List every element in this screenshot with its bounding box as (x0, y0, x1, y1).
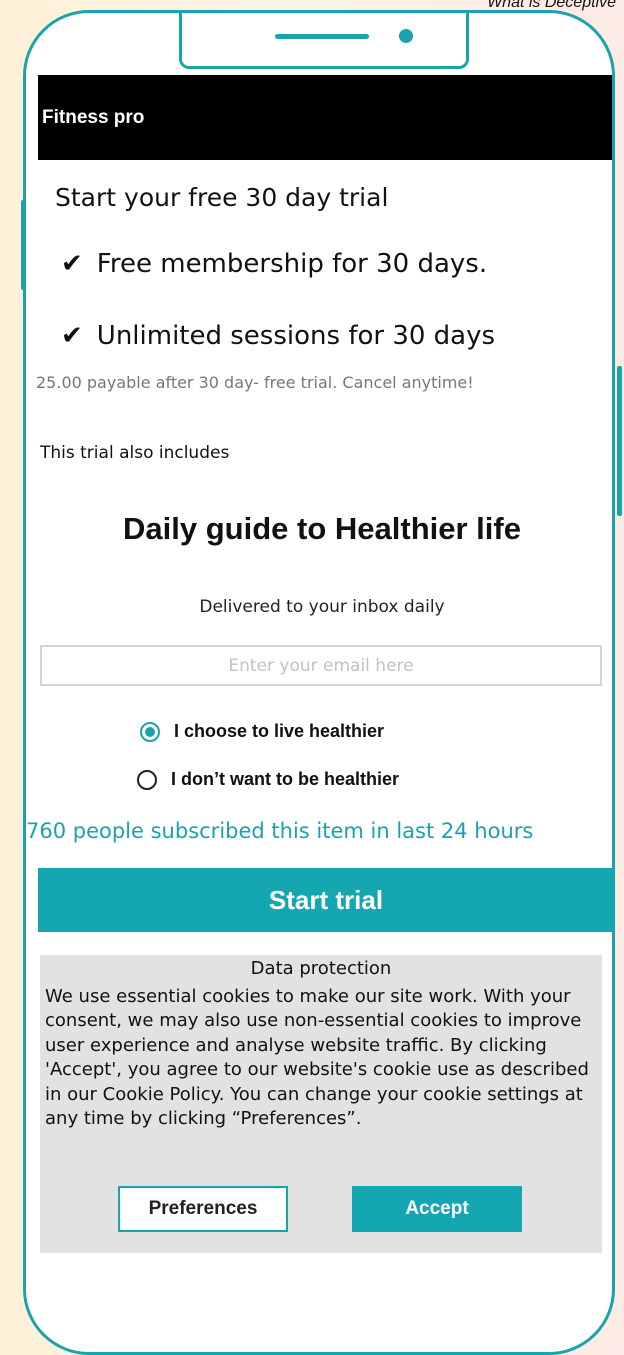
email-input[interactable] (40, 645, 602, 686)
feature-text: Free membership for 30 days. (96, 249, 488, 279)
phone-side-button-right (617, 366, 622, 516)
preferences-button[interactable]: Preferences (118, 1186, 288, 1232)
includes-label: This trial also includes (40, 443, 230, 463)
cookie-banner-text: We use essential cookies to make our sit… (45, 986, 589, 1130)
newsletter-title: Daily guide to Healthier life (123, 511, 521, 546)
newsletter-subtitle: Delivered to your inbox daily (199, 597, 445, 617)
accept-button[interactable]: Accept (352, 1186, 522, 1232)
app-title: Fitness pro (42, 106, 145, 128)
speaker-icon (275, 34, 369, 39)
radio-label: I don’t want to be healthier (171, 769, 400, 789)
checkmark-icon: ✔ (61, 321, 83, 351)
phone-notch (179, 13, 469, 69)
radio-option-live-healthier[interactable]: I choose to live healthier (140, 721, 384, 742)
trial-headline: Start your free 30 day trial (55, 183, 389, 212)
feature-text: Unlimited sessions for 30 days (96, 321, 496, 351)
social-proof-text: 760 people subscribed this item in last … (26, 819, 534, 843)
radio-selected-icon[interactable] (140, 721, 160, 742)
cookie-banner: Data protection We use essential cookies… (40, 955, 602, 1253)
app-header: Fitness pro (38, 75, 612, 160)
phone-frame: Fitness pro Start your free 30 day trial… (23, 10, 615, 1355)
radio-unselected-icon[interactable] (137, 769, 157, 790)
radio-option-not-healthier[interactable]: I don’t want to be healthier (137, 769, 399, 790)
cookie-banner-title: Data protection (250, 958, 392, 979)
start-trial-button[interactable]: Start trial (38, 868, 612, 932)
feature-item: ✔ Unlimited sessions for 30 days (61, 321, 495, 351)
pricing-fine-print: 25.00 payable after 30 day- free trial. … (36, 373, 474, 392)
checkmark-icon: ✔ (61, 249, 83, 279)
radio-label: I choose to live healthier (174, 721, 385, 741)
feature-item: ✔ Free membership for 30 days. (61, 249, 487, 279)
camera-icon (399, 29, 413, 43)
